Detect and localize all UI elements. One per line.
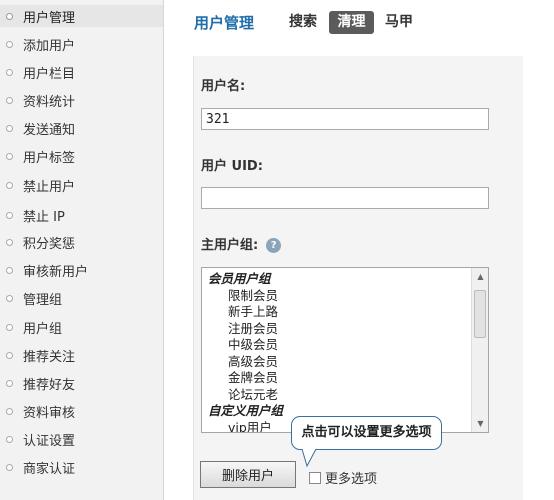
bullet-icon	[6, 124, 13, 132]
sidebar-item-send-notice[interactable]: 发送通知	[0, 117, 163, 139]
option-newbie[interactable]: 新手上路	[202, 304, 472, 321]
sidebar-item-add-user[interactable]: 添加用户	[0, 33, 163, 55]
scroll-down-icon[interactable]: ▼	[473, 416, 488, 431]
sidebar-item-label: 推荐关注	[23, 349, 76, 365]
more-options-tooltip: 点击可以设置更多选项	[291, 416, 442, 450]
option-senior-member[interactable]: 高级会员	[202, 354, 472, 371]
sidebar-item-label: 积分奖惩	[23, 236, 76, 252]
bullet-icon	[6, 96, 13, 104]
sidebar-item-merchant-verify[interactable]: 商家认证	[0, 456, 163, 478]
sidebar-item-review-new-users[interactable]: 审核新用户	[0, 259, 163, 281]
sidebar-item-ban-user[interactable]: 禁止用户	[0, 174, 163, 196]
sidebar-item-user-columns[interactable]: 用户栏目	[0, 61, 163, 83]
option-restricted-member[interactable]: 限制会员	[202, 288, 472, 305]
sidebar-item-label: 发送通知	[23, 122, 76, 138]
option-gold-member[interactable]: 金牌会员	[202, 370, 472, 387]
sidebar-item-profile-stats[interactable]: 资料统计	[0, 89, 163, 111]
option-intermediate-member[interactable]: 中级会员	[202, 337, 472, 354]
username-label: 用户名:	[201, 79, 246, 94]
sidebar-item-recommend-friends[interactable]: 推荐好友	[0, 372, 163, 394]
primary-group-label: 主用户组:?	[201, 234, 282, 253]
bullet-icon	[6, 266, 13, 274]
sidebar-item-user-groups[interactable]: 用户组	[0, 316, 163, 338]
delete-user-button[interactable]: 删除用户	[200, 461, 296, 488]
bullet-icon	[6, 379, 13, 387]
sidebar-item-label: 资料审核	[23, 405, 76, 421]
sidebar-item-label: 用户栏目	[23, 66, 76, 82]
sidebar-item-label: 推荐好友	[23, 377, 76, 393]
scroll-up-icon[interactable]: ▲	[473, 269, 488, 284]
page-header: 用户管理 搜索 清理 马甲	[165, 0, 554, 46]
bullet-icon	[6, 40, 13, 48]
sidebar-item-credit-rewards[interactable]: 积分奖惩	[0, 231, 163, 253]
uid-input[interactable]	[201, 187, 489, 209]
sidebar-item-label: 禁止用户	[23, 179, 76, 195]
tab-search[interactable]: 搜索	[289, 11, 317, 34]
sidebar-item-recommend-follow[interactable]: 推荐关注	[0, 344, 163, 366]
tab-vest[interactable]: 马甲	[385, 11, 413, 34]
page-title: 用户管理	[194, 14, 255, 32]
option-forum-veteran[interactable]: 论坛元老	[202, 387, 472, 404]
sidebar-item-label: 用户管理	[23, 10, 76, 26]
group-option-list: 会员用户组 限制会员 新手上路 注册会员 中级会员 高级会员 金牌会员 论坛元老…	[202, 268, 472, 432]
bullet-icon	[6, 152, 13, 160]
sidebar-item-profile-review[interactable]: 资料审核	[0, 400, 163, 422]
more-options-label: 更多选项	[325, 472, 378, 487]
tab-clear[interactable]: 清理	[329, 11, 374, 34]
scrollbar-thumb[interactable]	[474, 290, 486, 338]
username-input[interactable]	[201, 108, 489, 130]
bullet-icon	[6, 12, 13, 20]
bullet-icon	[6, 351, 13, 359]
help-icon[interactable]: ?	[266, 238, 282, 253]
optgroup-member-groups: 会员用户组	[208, 271, 271, 286]
sidebar-item-label: 商家认证	[23, 461, 76, 477]
tooltip-pointer	[301, 448, 317, 468]
sidebar: 用户管理 添加用户 用户栏目 资料统计 发送通知 用户标签 禁止用户 禁止 IP…	[0, 0, 164, 500]
bullet-icon	[6, 323, 13, 331]
sidebar-item-label: 资料统计	[23, 94, 76, 110]
group-list-scrollbar[interactable]: ▲ ▼	[471, 268, 488, 432]
sidebar-item-label: 认证设置	[23, 433, 76, 449]
more-options-checkbox[interactable]	[309, 471, 321, 484]
sidebar-item-label: 管理组	[23, 292, 63, 308]
uid-label: 用户 UID:	[201, 159, 263, 174]
sidebar-item-user-tags[interactable]: 用户标签	[0, 145, 163, 167]
sidebar-item-admin-groups[interactable]: 管理组	[0, 287, 163, 309]
sidebar-item-label: 审核新用户	[23, 264, 89, 280]
bullet-icon	[6, 294, 13, 302]
sidebar-item-label: 添加用户	[23, 38, 76, 54]
bullet-icon	[6, 181, 13, 189]
sidebar-item-label: 用户组	[23, 321, 63, 337]
primary-group-select[interactable]: 会员用户组 限制会员 新手上路 注册会员 中级会员 高级会员 金牌会员 论坛元老…	[201, 267, 489, 433]
bullet-icon	[6, 463, 13, 471]
sidebar-item-label: 禁止 IP	[23, 209, 65, 225]
bullet-icon	[6, 407, 13, 415]
bullet-icon	[6, 435, 13, 443]
bullet-icon	[6, 211, 13, 219]
primary-group-label-text: 主用户组:	[201, 238, 259, 253]
sidebar-item-label: 用户标签	[23, 150, 76, 166]
more-options-toggle[interactable]: 更多选项	[309, 468, 377, 487]
option-registered-member[interactable]: 注册会员	[202, 321, 472, 338]
sidebar-item-user-management[interactable]: 用户管理	[0, 5, 163, 27]
sidebar-item-ban-ip[interactable]: 禁止 IP	[0, 204, 163, 226]
bullet-icon	[6, 238, 13, 246]
sidebar-item-verify-settings[interactable]: 认证设置	[0, 428, 163, 450]
bullet-icon	[6, 68, 13, 76]
